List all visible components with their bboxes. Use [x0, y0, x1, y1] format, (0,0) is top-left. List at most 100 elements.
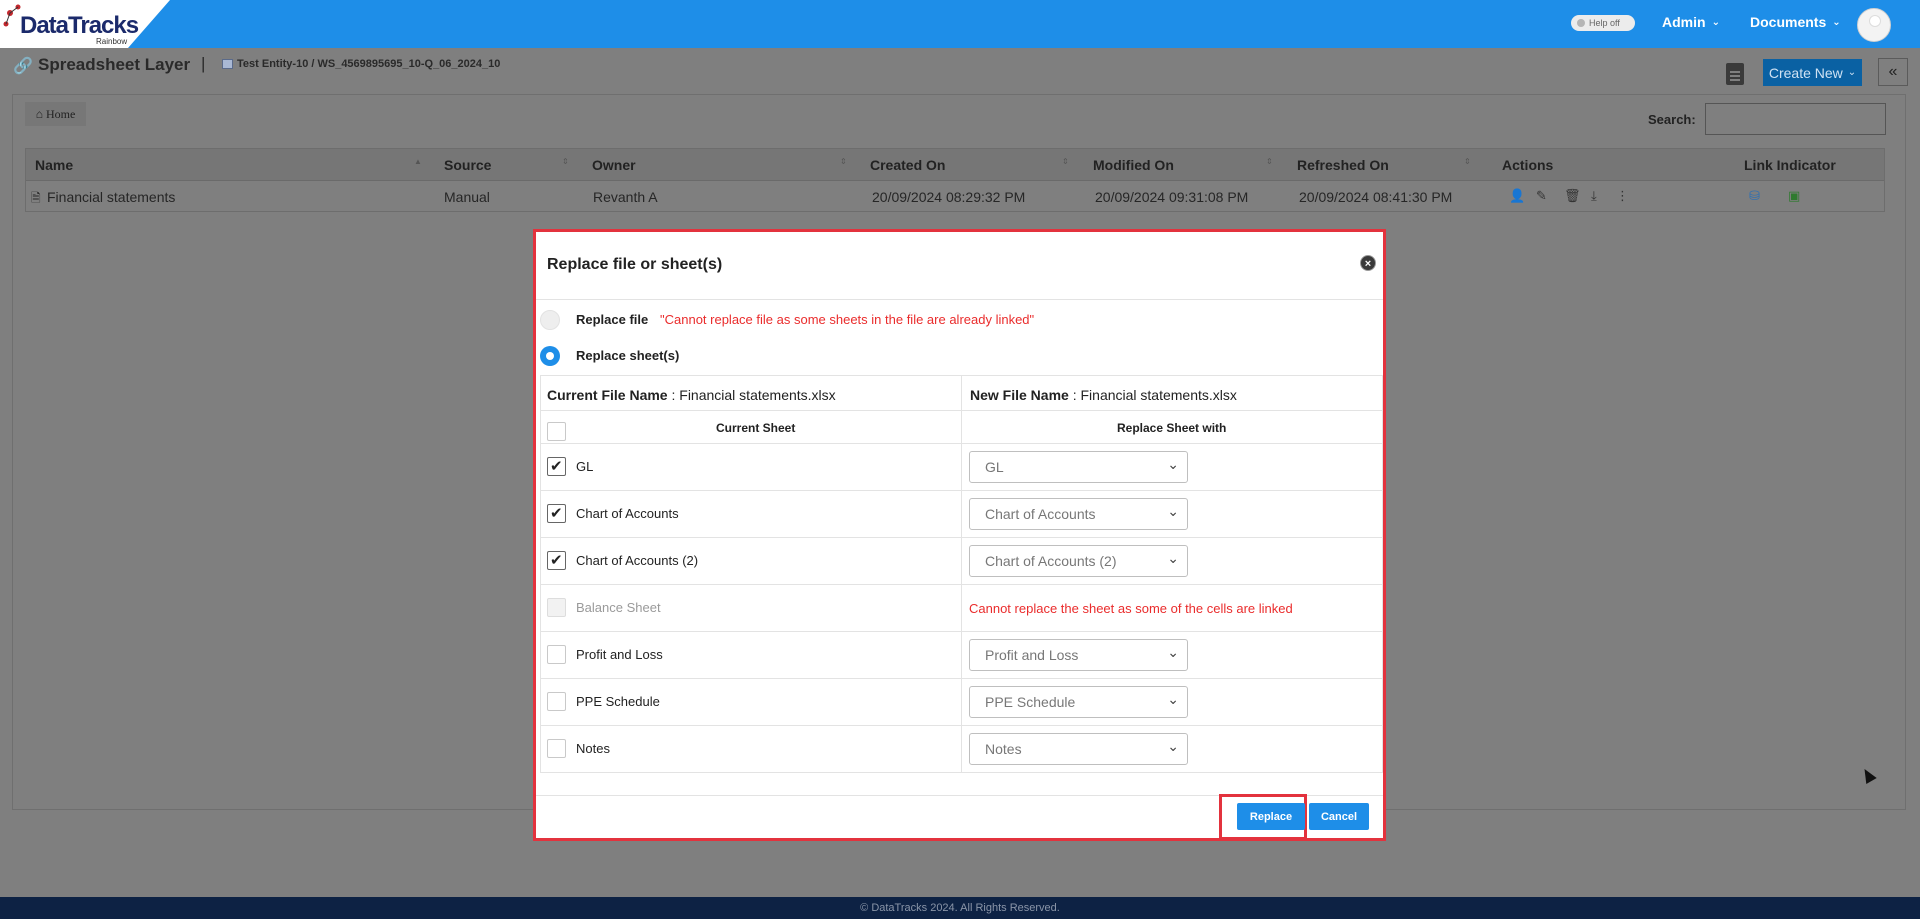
replace-button[interactable]: Replace [1237, 803, 1305, 830]
admin-menu[interactable]: Admin ⌄ [1662, 14, 1720, 30]
row-source: Manual [444, 189, 490, 205]
divider [961, 375, 962, 773]
file-icon: 🗎 [31, 191, 41, 205]
sheet-name: Chart of Accounts (2) [576, 553, 699, 568]
sheet-name: Balance Sheet [576, 600, 661, 615]
admin-menu-label: Admin [1662, 14, 1706, 30]
replace-file-label: Replace file [576, 312, 649, 327]
sort-icon[interactable]: ⇕ [562, 157, 569, 166]
close-icon[interactable]: × [1360, 255, 1376, 271]
page-header [0, 48, 1920, 100]
user-icon [1869, 15, 1881, 27]
documents-menu-label: Documents [1750, 14, 1827, 30]
row-owner: Revanth A [593, 189, 658, 205]
column-header-modified-on[interactable]: Modified On [1093, 157, 1174, 173]
title-separator: | [201, 54, 206, 73]
select-all-checkbox[interactable] [547, 422, 566, 441]
column-header-owner[interactable]: Owner [592, 157, 636, 173]
sheet-checkbox-gl[interactable] [547, 457, 566, 476]
edit-icon[interactable]: ✎ [1536, 188, 1547, 204]
download-icon[interactable]: ⤓ [1591, 188, 1597, 204]
home-label: Home [45, 106, 76, 121]
new-file-name: New File Name : Financial statements.xls… [970, 387, 1237, 403]
help-toggle-label: Help off [1589, 18, 1620, 28]
sort-icon[interactable]: ⇕ [1062, 157, 1069, 166]
divider [536, 299, 1383, 300]
footer: © DataTracks 2024. All Rights Reserved. [0, 897, 1920, 919]
breadcrumb-text: Test Entity-10 / WS_4569895695_10-Q_06_2… [237, 58, 501, 70]
divider [1382, 375, 1383, 773]
collapse-panel-button[interactable]: « [1878, 58, 1908, 86]
column-header-source[interactable]: Source [444, 157, 491, 173]
logo-text: DataTracks [20, 12, 139, 39]
new-file-label: New File Name [970, 387, 1069, 403]
modal-title: Replace file or sheet(s) [547, 256, 723, 273]
calendar-icon [222, 59, 233, 69]
replace-sheet-select-ppe-schedule[interactable]: PPE Schedule [969, 684, 1188, 718]
chevron-down-icon: ⌄ [1847, 67, 1857, 78]
top-navbar: DataTracks Rainbow Help off Admin ⌄ Docu… [0, 0, 1920, 48]
sheet-name: Profit and Loss [576, 647, 663, 662]
page-title: Spreadsheet Layer [38, 55, 191, 74]
divider [540, 375, 541, 773]
sort-icon[interactable]: ⇕ [1464, 157, 1471, 166]
create-new-button[interactable]: Create New ⌄ [1763, 59, 1862, 86]
chevron-down-icon: ⌄ [1832, 16, 1841, 28]
sheet-name: Notes [576, 741, 610, 756]
replace-sheet-select-gl[interactable]: GL [969, 449, 1188, 483]
column-header-current-sheet: Current Sheet [716, 421, 796, 435]
replace-file-modal: Replace file or sheet(s) × Replace file … [533, 229, 1386, 841]
replace-file-error: "Cannot replace file as some sheets in t… [660, 312, 1035, 327]
spreadsheet-table: Name ▲ Source ⇕ Owner ⇕ Created On ⇕ Mod… [25, 148, 1885, 212]
toggle-knob [1577, 19, 1585, 27]
row-modified-on: 20/09/2024 09:31:08 PM [1095, 189, 1249, 205]
replace-sheets-radio[interactable] [540, 346, 560, 366]
create-new-label: Create New [1768, 64, 1843, 81]
chevron-down-icon: ⌄ [1711, 16, 1720, 28]
new-file-value: : Financial statements.xlsx [1068, 387, 1237, 403]
sheet-checkbox-chart-of-accounts-2[interactable] [547, 551, 566, 570]
documents-menu[interactable]: Documents ⌄ [1750, 14, 1841, 30]
replace-sheet-select-profit-and-loss[interactable]: Profit and Loss [969, 637, 1188, 671]
delete-icon[interactable]: 🗑 [1564, 188, 1581, 204]
excel-link-icon[interactable]: ▣ [1788, 188, 1800, 204]
linked-sheet-icon[interactable]: ⛁ [1749, 188, 1760, 204]
sheet-checkbox-notes[interactable] [547, 739, 566, 758]
row-name[interactable]: Financial statements [47, 189, 175, 205]
column-header-actions: Actions [1502, 157, 1554, 173]
column-header-created-on[interactable]: Created On [870, 157, 945, 173]
avatar[interactable] [1857, 8, 1891, 42]
sheet-name: Chart of Accounts [576, 506, 679, 521]
row-refreshed-on: 20/09/2024 08:41:30 PM [1299, 189, 1453, 205]
sort-icon[interactable]: ⇕ [840, 157, 847, 166]
double-chevron-left-icon: « [1888, 63, 1898, 80]
home-icon: ⌂ [35, 106, 43, 121]
sort-icon[interactable]: ⇕ [1266, 157, 1273, 166]
home-breadcrumb[interactable]: ⌂ Home [25, 102, 86, 126]
column-header-name[interactable]: Name [35, 157, 73, 173]
sheet-checkbox-ppe-schedule[interactable] [547, 692, 566, 711]
column-header-replace-sheet: Replace Sheet with [1117, 421, 1227, 435]
search-input[interactable] [1705, 103, 1886, 135]
sheet-name: GL [576, 459, 594, 474]
sheet-checkbox-profit-and-loss[interactable] [547, 645, 566, 664]
replace-sheet-select-chart-of-accounts[interactable]: Chart of Accounts [969, 496, 1188, 530]
help-toggle[interactable]: Help off [1571, 15, 1635, 31]
more-options-icon[interactable]: ⋮ [1616, 188, 1629, 204]
assign-user-icon[interactable]: 👤 [1509, 188, 1525, 204]
table-header: Name ▲ Source ⇕ Owner ⇕ Created On ⇕ Mod… [26, 149, 1884, 181]
datatracks-logo[interactable]: DataTracks Rainbow [0, 0, 170, 48]
link-icon: 🔗 [13, 58, 33, 75]
document-icon[interactable] [1726, 63, 1744, 85]
replace-sheet-select-notes[interactable]: Notes [969, 731, 1188, 765]
search-label: Search: [1648, 112, 1696, 127]
sheet-linked-error: Cannot replace the sheet as some of the … [969, 601, 1293, 616]
cancel-button[interactable]: Cancel [1309, 803, 1369, 830]
sheet-checkbox-balance-sheet [547, 598, 566, 617]
column-header-link-indicator: Link Indicator [1744, 157, 1836, 173]
column-header-refreshed-on[interactable]: Refreshed On [1297, 157, 1389, 173]
replace-file-radio[interactable] [540, 310, 560, 330]
sheet-checkbox-chart-of-accounts[interactable] [547, 504, 566, 523]
replace-sheet-select-chart-of-accounts-2[interactable]: Chart of Accounts (2) [969, 543, 1188, 577]
sort-asc-icon[interactable]: ▲ [414, 157, 422, 166]
